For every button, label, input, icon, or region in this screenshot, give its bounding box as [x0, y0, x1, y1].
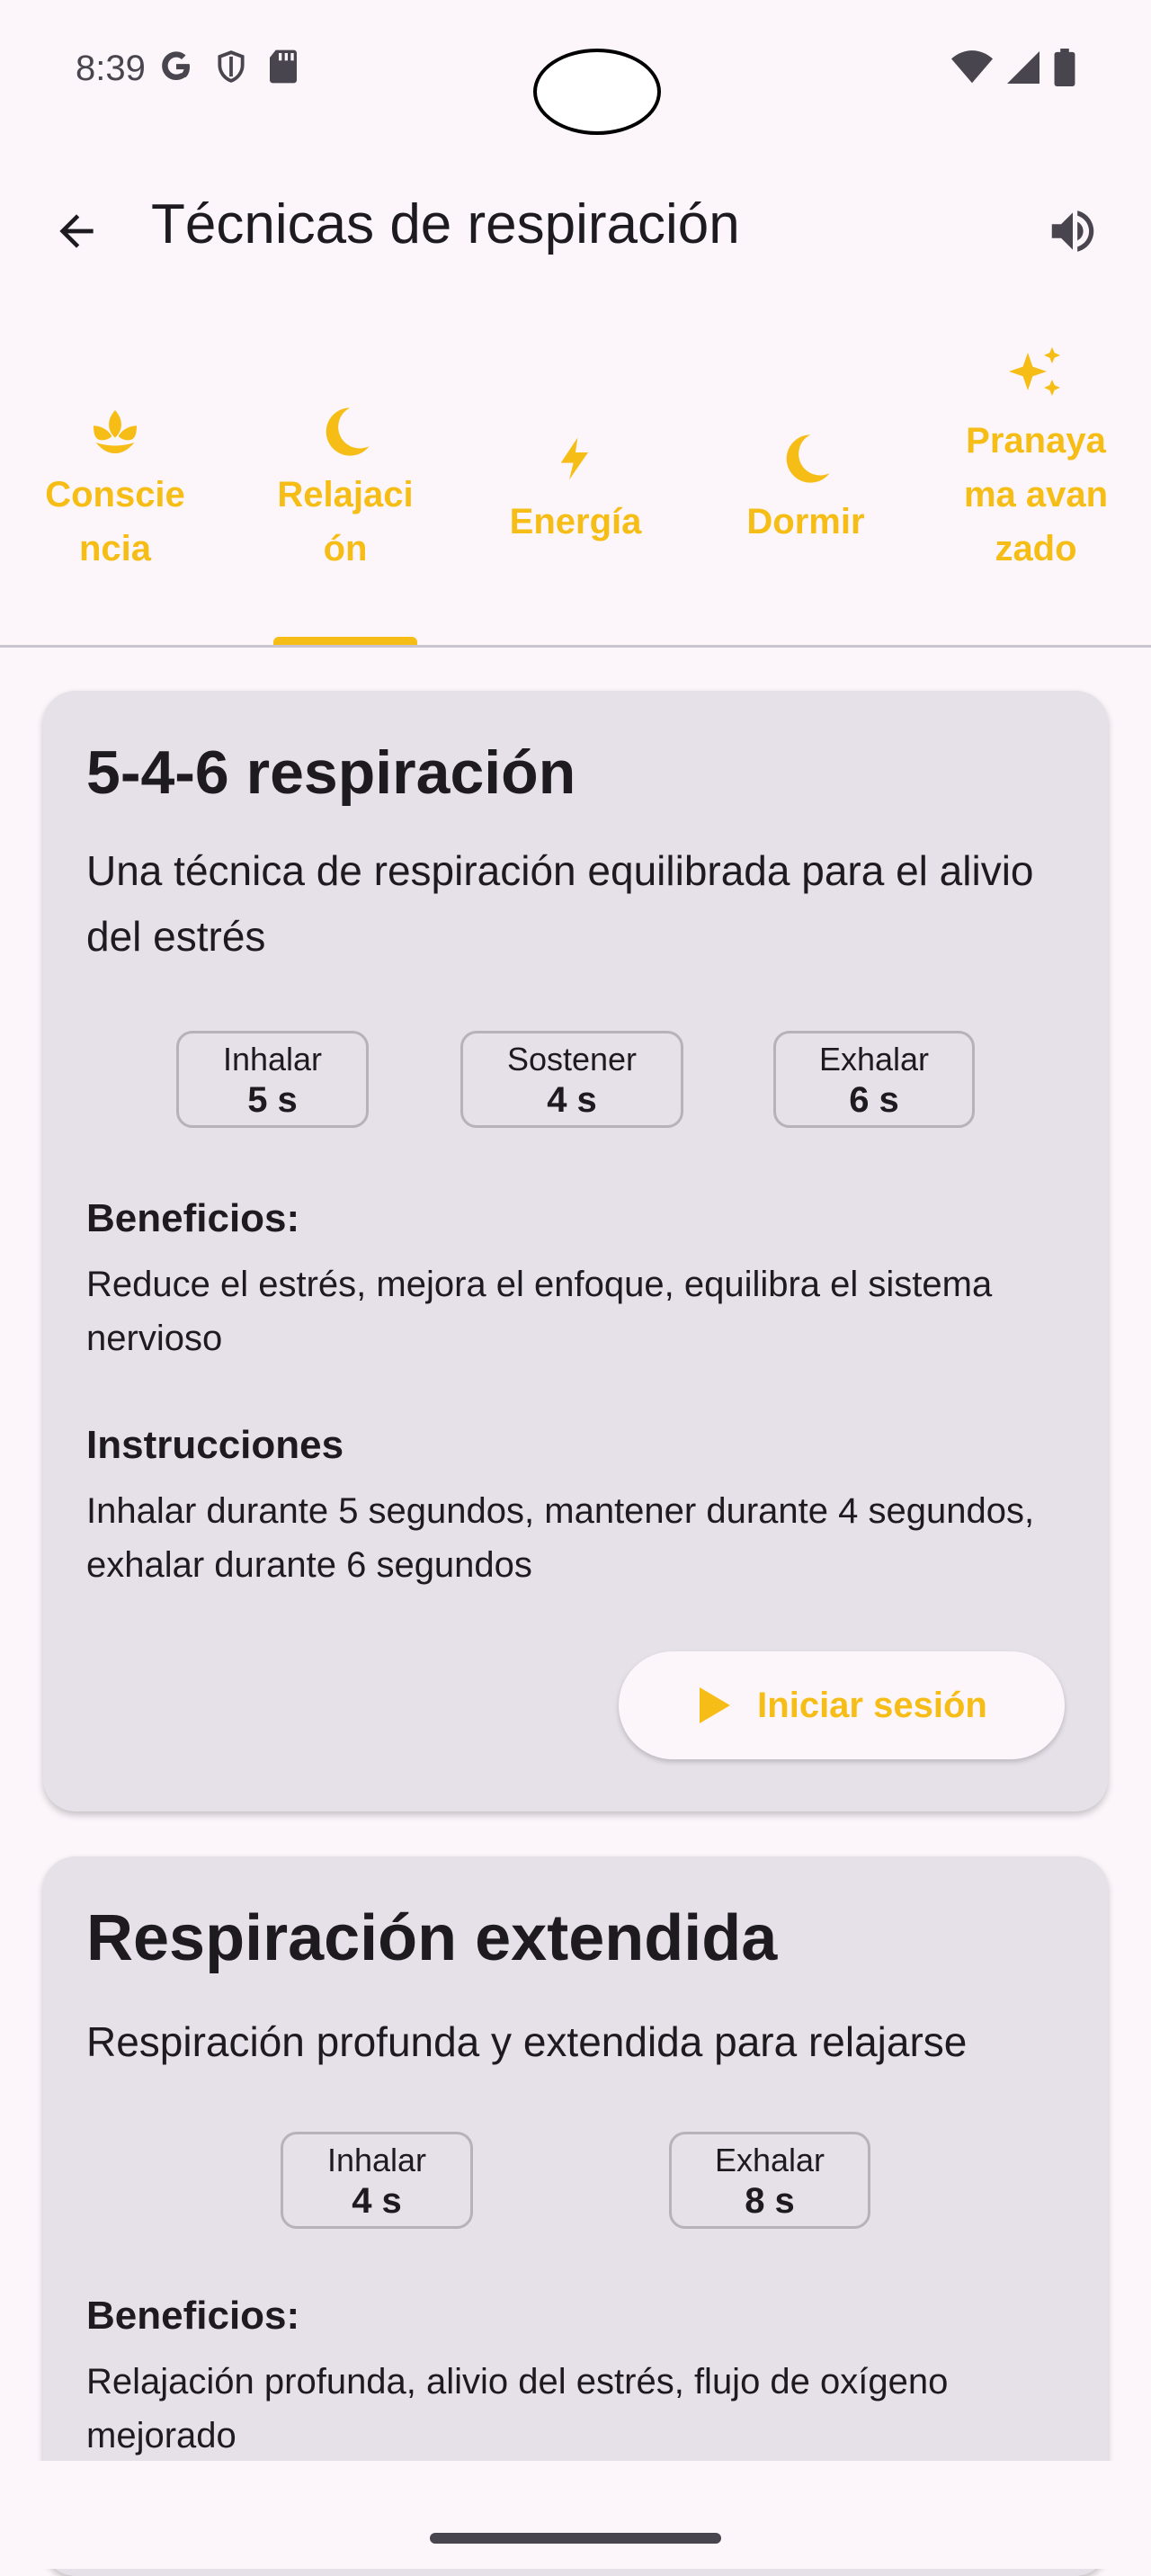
bolt-icon	[560, 437, 588, 479]
status-bar: 8:39	[0, 0, 1151, 144]
tab-energia[interactable]: Energía	[460, 333, 691, 645]
play-icon	[700, 1687, 731, 1723]
lotus-icon	[94, 409, 137, 453]
phase-hold: Sostener 4 s	[460, 1031, 683, 1128]
sd-card-icon	[268, 49, 299, 89]
tab-label: Relajación	[277, 474, 414, 568]
phase-name: Exhalar	[818, 1041, 930, 1078]
phase-value: 8 s	[745, 2181, 795, 2221]
phase-name: Inhalar	[326, 2142, 427, 2178]
tab-pranayama-avanzado[interactable]: Pranayama avanzado	[921, 333, 1151, 645]
top-app-bar: Técnicas de respiración	[0, 180, 1151, 279]
start-session-button[interactable]: Iniciar sesión	[619, 1651, 1065, 1759]
technique-card: 5-4-6 respiración Una técnica de respira…	[43, 691, 1108, 1811]
navigation-bar	[0, 2461, 1151, 2569]
home-gesture-handle[interactable]	[430, 2533, 721, 2544]
phase-value: 4 s	[547, 1080, 597, 1120]
benefits-text: Relajación profunda, alivio del estrés, …	[86, 2362, 949, 2455]
page-title: Técnicas de respiración	[151, 193, 740, 255]
phase-exhale: Exhalar 8 s	[669, 2132, 870, 2229]
card-description: Una técnica de respiración equilibrada p…	[86, 847, 1034, 960]
phase-name: Exhalar	[714, 2142, 825, 2178]
tab-relajacion[interactable]: Relajación	[230, 333, 460, 645]
wifi-icon	[951, 49, 993, 90]
tab-label: Consciencia	[45, 474, 185, 568]
front-camera	[533, 49, 661, 135]
phase-value: 5 s	[247, 1080, 298, 1120]
phase-value: 6 s	[849, 1080, 899, 1120]
tab-label: Dormir	[746, 501, 865, 541]
phase-exhale: Exhalar 6 s	[773, 1031, 975, 1128]
phase-inhale: Inhalar 4 s	[281, 2132, 473, 2229]
card-title: Respiración extendida	[86, 1902, 778, 1974]
phase-name: Inhalar	[222, 1041, 323, 1078]
google-icon	[158, 49, 194, 89]
instructions-title: Instrucciones	[86, 1423, 344, 1467]
tab-indicator	[273, 637, 417, 645]
benefits-title: Beneficios:	[86, 2294, 300, 2338]
tab-label: Energía	[509, 501, 642, 541]
instructions-text: Inhalar durante 5 segundos, mantener dur…	[86, 1491, 1035, 1585]
tab-dormir[interactable]: Dormir	[691, 333, 921, 645]
moon-icon	[786, 434, 830, 483]
card-title: 5-4-6 respiración	[86, 738, 576, 807]
back-button[interactable]	[47, 201, 106, 261]
moon-icon	[326, 407, 370, 456]
battery-icon	[1054, 49, 1075, 91]
status-icons-right	[951, 49, 1075, 91]
tab-label: Pranayama avanzado	[963, 421, 1109, 568]
phase-name: Sostener	[506, 1041, 638, 1078]
phase-inhale: Inhalar 5 s	[176, 1031, 369, 1128]
sparkles-icon	[1009, 347, 1060, 396]
arrow-back-icon	[59, 214, 94, 248]
card-description: Respiración profunda y extendida para re…	[86, 2018, 968, 2065]
start-session-label: Iniciar sesión	[757, 1685, 987, 1725]
signal-icon	[1005, 49, 1041, 90]
status-time: 8:39	[76, 49, 146, 88]
volume-icon	[1051, 210, 1094, 252]
status-icons-left	[158, 49, 299, 89]
benefits-title: Beneficios:	[86, 1196, 300, 1240]
benefits-text: Reduce el estrés, mejora el enfoque, equ…	[86, 1265, 993, 1358]
shield-icon	[214, 49, 248, 89]
sound-toggle-button[interactable]	[1041, 201, 1104, 261]
category-tabs: Consciencia Relajación Energía Dormir Pr…	[0, 333, 1151, 648]
phase-value: 4 s	[352, 2181, 402, 2221]
tab-consciencia[interactable]: Consciencia	[0, 333, 230, 645]
